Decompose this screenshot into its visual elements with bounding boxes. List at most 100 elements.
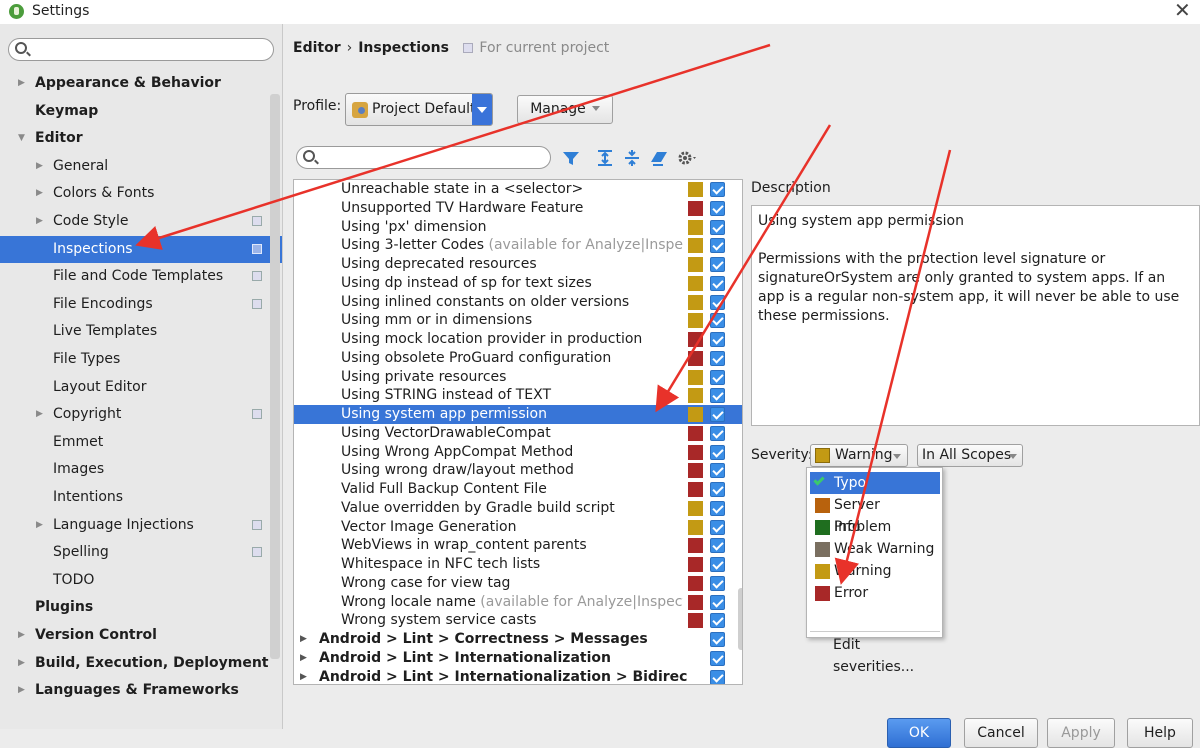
inspection-row[interactable]: Wrong case for view tag [294,574,742,593]
severity-option-typo[interactable]: Typo [810,472,940,494]
enabled-checkbox[interactable] [710,388,725,404]
enabled-checkbox[interactable] [710,238,725,254]
inspection-row[interactable]: Using private resources [294,368,742,387]
inspection-row[interactable]: Using VectorDrawableCompat [294,424,742,443]
close-icon[interactable]: ✕ [1174,0,1191,22]
inspection-row[interactable]: Using dp instead of sp for text sizes [294,274,742,293]
chevron-right-icon[interactable]: ▶ [300,668,307,685]
inspections-scrollbar[interactable] [738,588,742,650]
sidebar-item-intentions[interactable]: Intentions [0,484,282,511]
enabled-checkbox[interactable] [710,182,725,197]
sidebar-item-appearance-behavior[interactable]: ▶ Appearance & Behavior [0,70,282,97]
severity-option-info[interactable]: Info [810,516,940,538]
enabled-checkbox[interactable] [710,613,725,629]
ok-button[interactable]: OK [887,718,951,748]
chevron-down-icon[interactable] [472,94,492,125]
inspection-row[interactable]: Valid Full Backup Content File [294,480,742,499]
severity-option-server-problem[interactable]: Server Problem [810,494,940,535]
chevron-right-icon[interactable]: ▶ [36,208,43,235]
inspection-row[interactable]: Using system app permission [294,405,742,424]
chevron-right-icon[interactable]: ▶ [36,153,43,180]
enabled-checkbox[interactable] [710,257,725,272]
apply-button[interactable]: Apply [1047,718,1115,748]
inspection-row[interactable]: Using deprecated resources [294,255,742,274]
help-button[interactable]: Help [1127,718,1193,748]
enabled-checkbox[interactable] [710,275,725,291]
enabled-checkbox[interactable] [710,632,725,647]
inspection-row[interactable]: Wrong locale name (available for Analyze… [294,593,742,612]
profile-select[interactable]: Project Default [345,93,493,126]
gear-icon[interactable] [676,148,700,168]
enabled-checkbox[interactable] [710,594,725,610]
settings-search-input[interactable] [8,38,274,61]
inspection-row[interactable]: Using wrong draw/layout method [294,461,742,480]
inspection-row[interactable]: Using 'px' dimension [294,218,742,237]
inspection-group-row[interactable]: ▶ Android > Lint > Internationalization [294,649,742,668]
chevron-right-icon[interactable]: ▶ [300,630,307,649]
filter-icon[interactable] [561,148,581,168]
inspection-row[interactable]: Using 3-letter Codes (available for Anal… [294,236,742,255]
sidebar-item-emmet[interactable]: Emmet [0,429,282,456]
enabled-checkbox[interactable] [710,407,725,422]
sidebar-item-file-and-code-templates[interactable]: File and Code Templates [0,263,282,290]
inspection-row[interactable]: Using mm or in dimensions [294,311,742,330]
sidebar-item-build-execution-deployment[interactable]: ▶ Build, Execution, Deployment [0,650,282,677]
sidebar-item-keymap[interactable]: Keymap [0,98,282,125]
sidebar-item-language-injections[interactable]: ▶ Language Injections [0,512,282,539]
sidebar-item-editor[interactable]: ▼ Editor [0,125,282,152]
inspection-row[interactable]: Whitespace in NFC tech lists [294,555,742,574]
severity-option-weak-warning[interactable]: Weak Warning [810,538,940,560]
enabled-checkbox[interactable] [710,500,725,516]
inspection-row[interactable]: WebViews in wrap_content parents [294,536,742,555]
chevron-right-icon[interactable]: ▶ [36,401,43,428]
sidebar-item-languages-frameworks[interactable]: ▶ Languages & Frameworks [0,677,282,704]
inspection-row[interactable]: Using Wrong AppCompat Method [294,443,742,462]
inspection-row[interactable]: Wrong system service casts [294,611,742,630]
sidebar-item-file-encodings[interactable]: File Encodings [0,291,282,318]
severity-option-error[interactable]: Error [810,582,940,604]
chevron-down-icon[interactable]: ▼ [18,125,25,152]
enabled-checkbox[interactable] [710,575,725,591]
sidebar-item-code-style[interactable]: ▶ Code Style [0,208,282,235]
chevron-right-icon[interactable]: ▶ [18,622,25,649]
chevron-right-icon[interactable]: ▶ [18,70,25,97]
enabled-checkbox[interactable] [710,294,725,310]
chevron-right-icon[interactable]: ▶ [18,677,25,704]
enabled-checkbox[interactable] [710,425,725,441]
inspection-group-row[interactable]: ▶ Android > Lint > Internationalization >… [294,668,742,685]
inspection-row[interactable]: Unreachable state in a <selector> [294,180,742,199]
severity-select[interactable]: Warning [810,444,908,467]
sidebar-item-todo[interactable]: TODO [0,567,282,594]
chevron-right-icon[interactable]: ▶ [18,650,25,677]
inspection-row[interactable]: Unsupported TV Hardware Feature [294,199,742,218]
inspection-row[interactable]: Using STRING instead of TEXT [294,386,742,405]
cancel-button[interactable]: Cancel [964,718,1038,748]
chevron-right-icon[interactable]: ▶ [300,649,307,668]
inspection-search-input[interactable] [296,146,551,169]
sidebar-item-live-templates[interactable]: Live Templates [0,318,282,345]
inspection-row[interactable]: Using inlined constants on older version… [294,293,742,312]
chevron-right-icon[interactable]: ▶ [36,180,43,207]
enabled-checkbox[interactable] [710,669,725,684]
scope-select[interactable]: In All Scopes [917,444,1023,467]
inspection-row[interactable]: Using mock location provider in producti… [294,330,742,349]
enabled-checkbox[interactable] [710,350,725,366]
enabled-checkbox[interactable] [710,369,725,385]
chevron-right-icon[interactable]: ▶ [36,512,43,539]
edit-severities-item[interactable]: Edit severities... [833,634,942,678]
inspection-group-row[interactable]: ▶ Android > Lint > Correctness > Messages [294,630,742,649]
enabled-checkbox[interactable] [710,444,725,460]
enabled-checkbox[interactable] [710,538,725,554]
sidebar-item-plugins[interactable]: Plugins [0,594,282,621]
enabled-checkbox[interactable] [710,482,725,497]
manage-button[interactable]: Manage [517,95,613,124]
collapse-all-icon[interactable] [622,148,642,168]
inspection-row[interactable]: Using obsolete ProGuard configuration [294,349,742,368]
enabled-checkbox[interactable] [710,463,725,479]
sidebar-item-colors-fonts[interactable]: ▶ Colors & Fonts [0,180,282,207]
enabled-checkbox[interactable] [710,650,725,666]
enabled-checkbox[interactable] [710,519,725,535]
expand-all-icon[interactable] [595,148,615,168]
inspection-row[interactable]: Value overridden by Gradle build script [294,499,742,518]
enabled-checkbox[interactable] [710,332,725,347]
